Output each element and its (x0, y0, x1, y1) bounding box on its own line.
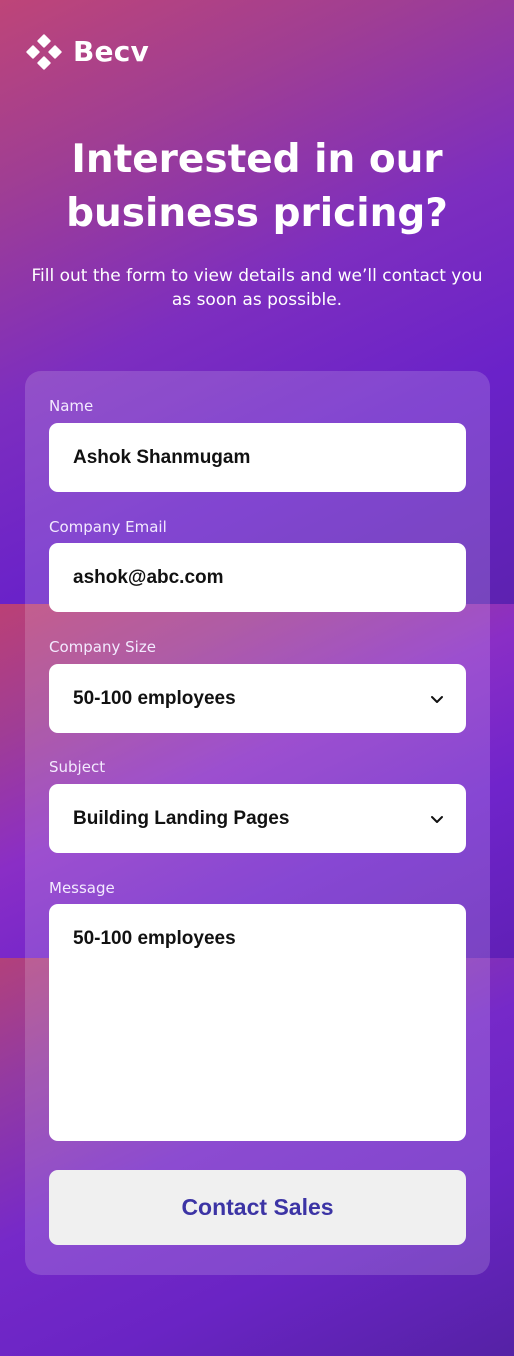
page-subtitle: Fill out the form to view details and we… (10, 264, 504, 312)
chevron-down-icon (431, 816, 443, 823)
company-email-value: ashok@abc.com (73, 567, 224, 588)
name-field[interactable]: Ashok Shanmugam (49, 423, 466, 492)
company-size-select[interactable]: 50-100 employees (49, 664, 466, 733)
page-subtitle-line-1: Fill out the form to view details and we… (31, 266, 483, 286)
company-size-label: Company Size (49, 638, 156, 656)
message-textarea[interactable]: 50-100 employees (49, 904, 466, 1141)
message-label: Message (49, 879, 115, 897)
message-value: 50-100 employees (73, 928, 236, 949)
name-label: Name (49, 397, 94, 415)
page-title: Interested in our business pricing? (0, 133, 514, 241)
chevron-down-icon (431, 696, 443, 703)
brand-header[interactable]: Becv (26, 33, 149, 71)
page-title-line-1: Interested in our (71, 137, 443, 182)
page-subtitle-line-2: as soon as possible. (171, 290, 343, 310)
subject-value: Building Landing Pages (73, 808, 290, 829)
diamond-grid-logo-icon (26, 34, 62, 70)
company-email-label: Company Email (49, 518, 167, 536)
subject-label: Subject (49, 758, 106, 776)
company-size-value: 50-100 employees (73, 688, 236, 709)
contact-sales-button[interactable]: Contact Sales (49, 1170, 466, 1245)
company-email-field[interactable]: ashok@abc.com (49, 543, 466, 612)
subject-select[interactable]: Building Landing Pages (49, 784, 466, 853)
brand-name: Becv (73, 35, 149, 68)
name-value: Ashok Shanmugam (73, 447, 251, 468)
page-title-line-2: business pricing? (66, 191, 448, 236)
